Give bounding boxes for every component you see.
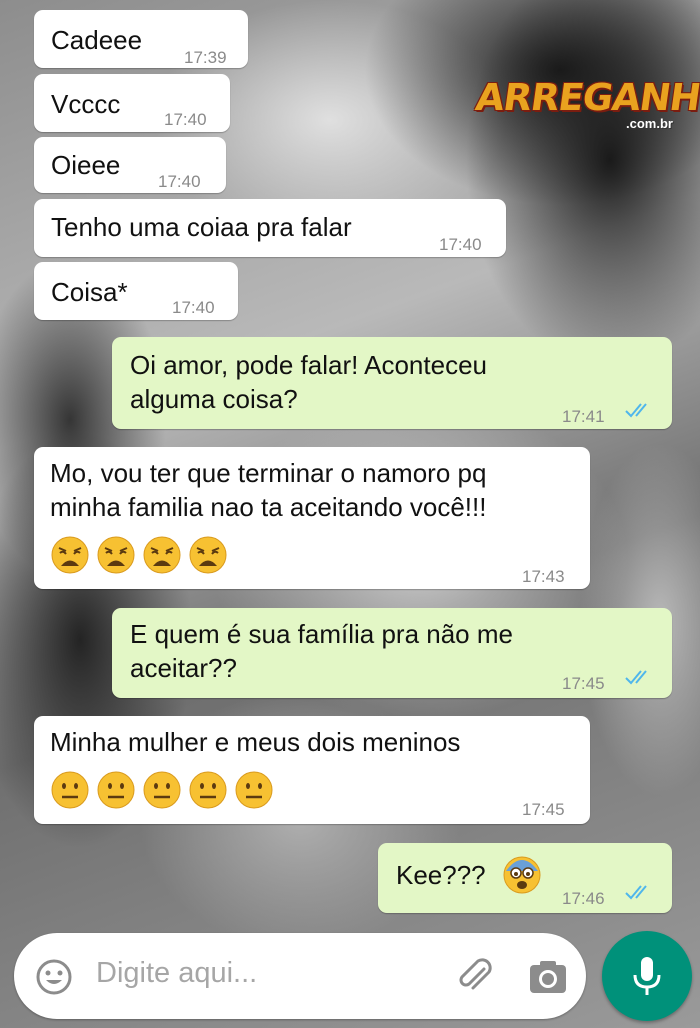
message-time: 17:41 [562,407,605,426]
message-text-line-2: aceitar?? [130,653,237,683]
weary-face-icon [143,536,181,574]
message-outgoing[interactable]: Kee??? 17:46 [378,843,672,913]
message-text-line-2: minha familia nao ta aceitando você!!! [50,492,487,522]
read-ticks-icon [625,885,647,900]
message-time: 17:45 [522,800,565,819]
message-incoming[interactable]: Cadeee 17:39 [34,10,248,68]
camera-icon[interactable] [526,957,570,997]
message-time: 17:40 [158,172,201,191]
message-time: 17:40 [172,298,215,317]
microphone-icon [633,957,661,995]
message-time: 17:40 [439,235,482,254]
message-time: 17:40 [164,110,207,129]
logo-sub-text: .com.br [626,116,673,131]
message-text-line-1: E quem é sua família pra não me [130,619,513,649]
neutral-face-icon [51,771,89,809]
message-incoming[interactable]: Minha mulher e meus dois meninos 17:45 [34,716,590,824]
weary-face-icon [97,536,135,574]
weary-face-icon [51,536,89,574]
read-ticks-icon [625,403,647,418]
read-ticks-icon [625,670,647,685]
message-incoming[interactable]: Mo, vou ter que terminar o namoro pq min… [34,447,590,589]
message-incoming[interactable]: Coisa* 17:40 [34,262,238,320]
neutral-face-icon [97,771,135,809]
message-text: Kee??? [396,860,486,890]
neutral-face-icon [143,771,181,809]
weary-face-icon [189,536,227,574]
message-compose-bar[interactable]: Digite aqui... [14,933,586,1019]
message-time: 17:39 [184,48,227,67]
message-time: 17:45 [562,674,605,693]
emoji-row [50,770,274,810]
watermark-logo: ARREGANHO .com.br [473,76,700,136]
message-text: Oieee [51,150,121,180]
microphone-button[interactable] [602,931,692,1021]
message-text: Minha mulher e meus dois meninos [50,727,461,757]
message-text: Coisa* [51,277,128,307]
message-incoming[interactable]: Tenho uma coiaa pra falar 17:40 [34,199,506,257]
message-time: 17:43 [522,567,565,586]
message-input-placeholder[interactable]: Digite aqui... [96,957,257,990]
message-text: Cadeee [51,25,143,55]
smiley-icon[interactable] [34,957,74,997]
message-outgoing[interactable]: Oi amor, pode falar! Aconteceu alguma co… [112,337,672,429]
emoji-row [50,535,228,575]
message-outgoing[interactable]: E quem é sua família pra não me aceitar?… [112,608,672,698]
message-text: Tenho uma coiaa pra falar [51,212,352,242]
message-text-line-1: Mo, vou ter que terminar o namoro pq [50,458,487,488]
logo-main-text: ARREGANHO [472,76,700,119]
message-time: 17:46 [562,889,605,908]
neutral-face-icon [235,771,273,809]
paperclip-icon[interactable] [454,955,496,997]
message-text-line-1: Oi amor, pode falar! Aconteceu [130,350,487,380]
anxious-face-icon [503,856,541,894]
message-text-line-2: alguma coisa? [130,384,298,414]
message-text: Vcccc [51,89,121,119]
message-incoming[interactable]: Oieee 17:40 [34,137,226,193]
message-incoming[interactable]: Vcccc 17:40 [34,74,230,132]
neutral-face-icon [189,771,227,809]
